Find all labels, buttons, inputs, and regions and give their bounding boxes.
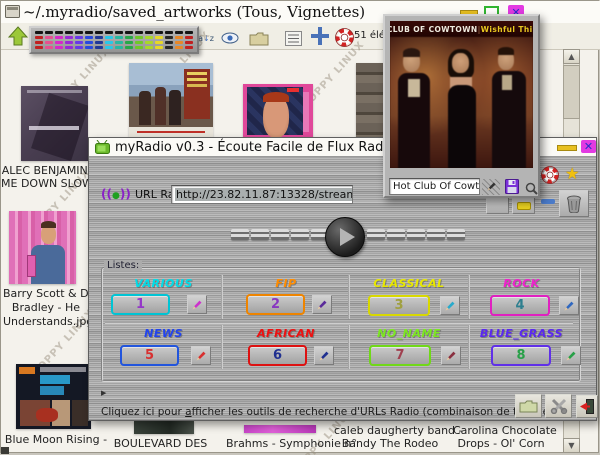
preset-button-2[interactable]: 2 — [246, 294, 305, 315]
preset-name: CLASSICAL — [349, 277, 469, 290]
floppy-icon — [505, 179, 519, 194]
preset-edit-button-4[interactable] — [559, 296, 579, 315]
preset-button-7[interactable]: 7 — [369, 345, 431, 366]
help-lifebuoy-icon[interactable] — [541, 166, 559, 188]
color-palette-overlay — [29, 26, 199, 54]
segment-chain-left — [231, 229, 329, 240]
search-button[interactable] — [525, 180, 538, 199]
file-item-barry-scott[interactable]: Barry Scott & Dale Bradley - He Understa… — [3, 211, 89, 331]
magnifier-icon — [525, 182, 538, 195]
yellow-tag-icon — [517, 202, 531, 210]
play-icon — [340, 228, 355, 246]
preset-button-3[interactable]: 3 — [368, 295, 430, 316]
preset-button-6[interactable]: 6 — [248, 345, 307, 366]
preset-button-8[interactable]: 8 — [491, 345, 551, 366]
file-item-stones-album[interactable] — [356, 63, 385, 139]
folder-icon — [519, 399, 538, 413]
yellow-tag-button[interactable] — [512, 197, 535, 214]
scrollbar-down-button[interactable]: ▼ — [563, 438, 580, 453]
preset-name: VARIOUS — [106, 277, 221, 290]
expander-arrow-icon: ▶ — [101, 389, 106, 397]
album-subtitle: Wishful Thinking — [481, 25, 533, 34]
file-item-caleb[interactable]: caleb daugherty band - Bandy The Rodeo — [334, 424, 446, 452]
tools-icon — [550, 398, 568, 414]
screen: ~/.myradio/saved_artworks (Tous, Vignett… — [0, 0, 600, 455]
play-button[interactable] — [325, 217, 365, 257]
favorite-star-icon[interactable]: ★ — [565, 164, 579, 183]
plus-icon[interactable] — [309, 25, 331, 47]
small-button-1[interactable] — [486, 197, 509, 214]
file-manager-title: ~/.myradio/saved_artworks (Tous, Vignett… — [23, 3, 365, 21]
myradio-minimize-button[interactable] — [557, 145, 577, 151]
broadcast-icon: ((●)) — [101, 187, 131, 201]
scrollbar-up-button[interactable]: ▲ — [563, 49, 580, 64]
trash-icon — [566, 195, 582, 213]
preset-edit-button-6[interactable] — [314, 346, 334, 365]
thumbnail-blue-moon — [16, 364, 91, 429]
thumbnail-brahms — [244, 425, 316, 433]
url-value: http://23.82.11.87:13328/stream — [175, 188, 353, 201]
resize-grip[interactable] — [1, 447, 9, 454]
radio-tv-icon — [95, 140, 111, 154]
trash-button[interactable] — [559, 190, 589, 217]
pencil-icon — [485, 180, 498, 193]
up-arrow-icon[interactable] — [7, 25, 29, 47]
myradio-title: myRadio v0.3 - Écoute Facile de Flux Rad… — [115, 140, 395, 155]
blue-dash-indicator — [541, 199, 555, 204]
segment-chain-right — [367, 229, 465, 240]
eye-icon[interactable] — [220, 27, 240, 49]
url-input[interactable]: http://23.82.11.87:13328/stream — [171, 185, 353, 204]
file-item-brahms[interactable]: Brahms - Symphonie n° — [226, 425, 331, 451]
preset-name: ROCK — [469, 277, 574, 290]
file-item-boulevard[interactable]: BOULEVARD DES — [113, 421, 208, 453]
preset-button-5[interactable]: 5 — [120, 345, 179, 366]
thumbnail-barry-scott — [9, 211, 76, 284]
file-item-carolina[interactable]: Carolina Chocolate Drops - Ol' Corn — [453, 424, 549, 452]
edit-pencil-button[interactable] — [482, 179, 500, 195]
thumbnail-alec-benjamin — [21, 86, 88, 161]
preset-name: BLUE_GRASS — [469, 327, 574, 340]
album-art-image: HOT CLUB OF COWTOWN | Wishful Thinking — [390, 21, 533, 168]
preset-edit-button-3[interactable] — [440, 296, 460, 315]
preset-edit-button-8[interactable] — [561, 346, 581, 365]
file-item-alec-benjamin[interactable]: ALEC BENJAMIN - ME DOWN SLOWL — [1, 86, 96, 191]
search-tools-expander[interactable]: ▶ Cliquez ici pour afficher les outils d… — [101, 381, 598, 395]
tools-button[interactable] — [545, 394, 572, 418]
lists-group-label: Listes: — [104, 260, 142, 271]
thumbnail-boulevard — [134, 421, 194, 434]
preset-button-1[interactable]: 1 — [111, 294, 170, 315]
myradio-close-button[interactable]: ✕ — [581, 140, 596, 153]
open-folder-button[interactable] — [515, 394, 542, 418]
album-title: HOT CLUB OF COWTOWN — [390, 25, 478, 34]
preset-edit-button-1[interactable] — [187, 295, 207, 314]
separator — [105, 322, 573, 324]
preset-name: AFRICAN — [223, 327, 349, 340]
artwork-viewer-window: HOT CLUB OF COWTOWN | Wishful Thinking H… — [383, 14, 540, 198]
file-item-alison-krauss[interactable] — [129, 63, 213, 137]
folder-icon[interactable] — [248, 27, 270, 49]
list-view-icon[interactable] — [283, 27, 303, 49]
artwork-name-value: Hot Club Of Cowto... — [393, 181, 480, 192]
preset-name: NO_NAME — [349, 327, 469, 340]
preset-edit-button-7[interactable] — [441, 346, 461, 365]
lifebuoy-icon[interactable] — [334, 26, 354, 48]
preset-edit-button-5[interactable] — [191, 346, 211, 365]
preset-button-4[interactable]: 4 — [490, 295, 550, 316]
preset-edit-button-2[interactable] — [312, 295, 332, 314]
scrollbar-thumb[interactable] — [563, 65, 580, 119]
artwork-name-input[interactable]: Hot Club Of Cowto... — [389, 178, 480, 195]
window-icon — [5, 5, 20, 18]
file-item-redhead-album[interactable] — [243, 84, 313, 138]
save-button[interactable] — [505, 179, 519, 198]
exit-door-icon — [579, 398, 595, 415]
preset-name: NEWS — [106, 327, 221, 340]
preset-name: FIP — [223, 277, 349, 290]
quit-button[interactable] — [576, 395, 598, 418]
